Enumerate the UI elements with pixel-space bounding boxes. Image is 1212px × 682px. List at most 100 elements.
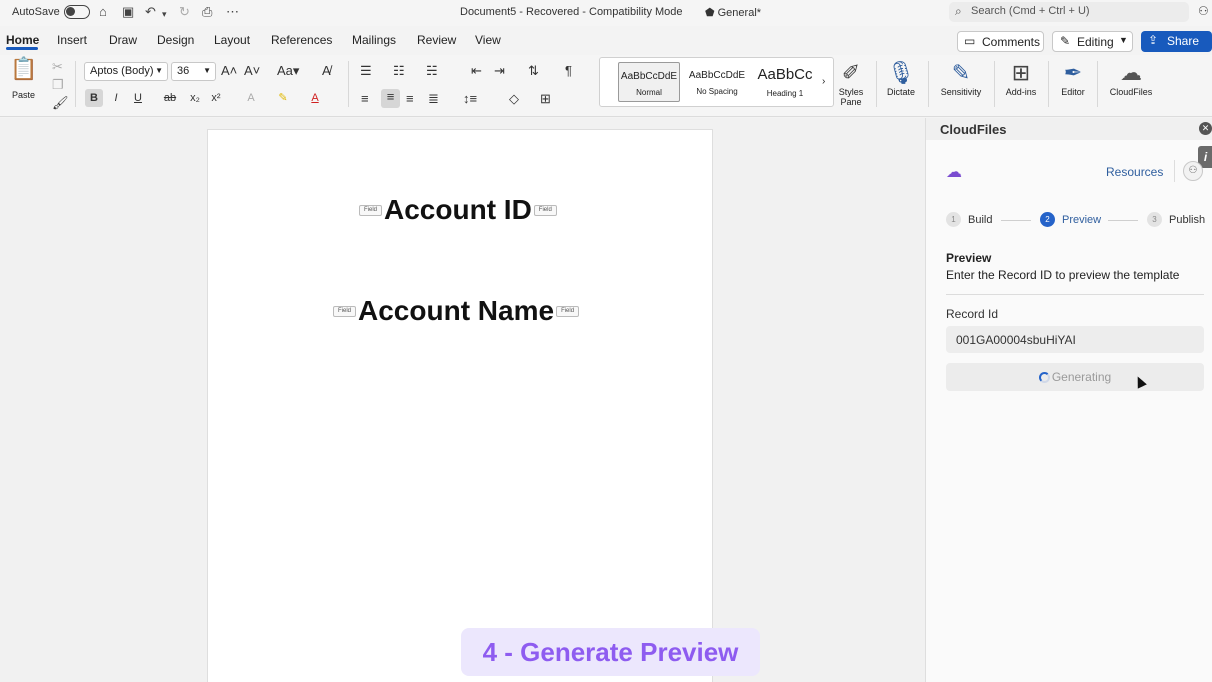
redo-icon[interactable]: ↻ <box>179 4 190 20</box>
tab-home[interactable]: Home <box>6 33 39 47</box>
style-normal[interactable]: AaBbCcDdE Normal <box>618 62 680 102</box>
tab-references[interactable]: References <box>271 33 332 47</box>
align-center-icon[interactable]: ≡ <box>381 89 400 108</box>
editor-icon: ✒ <box>1063 60 1083 85</box>
increase-indent-icon[interactable]: ⇥ <box>494 63 505 79</box>
share-button[interactable]: ⇪ Share <box>1141 31 1212 52</box>
save-icon[interactable]: ▣ <box>122 4 134 20</box>
tab-layout[interactable]: Layout <box>214 33 250 47</box>
decrease-indent-icon[interactable]: ⇤ <box>471 63 482 79</box>
print-icon[interactable]: ⎙ <box>202 4 212 20</box>
align-left-icon[interactable]: ≡ <box>361 91 369 107</box>
field-tag-end: Field <box>556 305 580 317</box>
editor-button[interactable]: ✒ Editor <box>1056 59 1090 97</box>
ribbon-separator <box>928 61 929 107</box>
step-label: Preview <box>1062 213 1102 226</box>
document-page[interactable]: Field Account ID Field Field Account Nam… <box>207 129 713 682</box>
ribbon-separator <box>348 61 349 107</box>
resources-link[interactable]: Resources <box>1106 165 1163 179</box>
text-effects-button[interactable]: A <box>242 89 260 107</box>
chevron-down-icon: ▼ <box>1119 35 1128 45</box>
cloudfiles-button[interactable]: ☁ CloudFiles <box>1105 59 1157 97</box>
align-right-icon[interactable]: ≡ <box>406 91 414 107</box>
styles-gallery: AaBbCcDdE Normal AaBbCcDdE No Spacing Aa… <box>599 57 834 107</box>
editing-label: Editing <box>1077 35 1114 49</box>
field-account-id[interactable]: Field Account ID Field <box>359 194 557 226</box>
bullets-icon[interactable]: ☰ <box>360 63 372 79</box>
more-icon[interactable]: ⋯ <box>226 4 239 20</box>
font-name-select[interactable]: Aptos (Body) ▼ <box>84 62 168 81</box>
italic-button[interactable]: I <box>107 89 125 107</box>
shading-icon[interactable]: ◇ <box>509 91 519 107</box>
style-sample: AaBbCcDdE <box>688 70 746 81</box>
show-marks-icon[interactable]: ¶ <box>565 63 572 79</box>
autosave-toggle[interactable] <box>64 5 90 19</box>
dictate-label: Dictate <box>886 87 915 97</box>
line-spacing-icon[interactable]: ↕≡ <box>463 91 477 107</box>
subscript-button[interactable]: x₂ <box>186 89 204 107</box>
tab-mailings[interactable]: Mailings <box>352 33 396 47</box>
underline-button[interactable]: U <box>129 89 147 107</box>
font-size-select[interactable]: 36 ▼ <box>171 62 216 81</box>
tab-review[interactable]: Review <box>417 33 456 47</box>
superscript-button[interactable]: x² <box>207 89 225 107</box>
close-icon[interactable]: ✕ <box>1199 122 1212 135</box>
sensitivity-tool-label: Sensitivity <box>940 87 982 97</box>
shrink-font-icon[interactable]: A˅ <box>244 63 260 79</box>
tab-draw[interactable]: Draw <box>109 33 137 47</box>
sensitivity-button[interactable]: ✎ Sensitivity <box>936 59 986 97</box>
change-case-icon[interactable]: Aa▾ <box>277 63 299 79</box>
ribbon-separator <box>75 61 76 107</box>
addins-button[interactable]: ⊞ Add-ins <box>1002 59 1040 97</box>
field-account-name[interactable]: Field Account Name Field <box>333 295 580 327</box>
highlight-button[interactable]: ✎ <box>274 89 292 107</box>
copy-icon[interactable]: ❐ <box>52 77 64 93</box>
format-painter-icon[interactable]: 🖌 <box>52 95 69 111</box>
numbering-icon[interactable]: ☷ <box>393 63 405 79</box>
step-publish[interactable]: 3 Publish <box>1147 212 1205 227</box>
step-number: 2 <box>1040 212 1055 227</box>
chevron-right-icon[interactable]: › <box>822 76 825 87</box>
comments-label: Comments <box>982 35 1041 49</box>
paste-icon[interactable]: 📋 <box>10 58 37 80</box>
home-icon[interactable]: ⌂ <box>99 4 107 20</box>
undo-icon[interactable]: ↶ <box>145 4 156 20</box>
record-id-label: Record Id <box>946 307 999 321</box>
generate-button[interactable]: Generating <box>946 363 1204 391</box>
record-id-input[interactable] <box>946 326 1204 353</box>
font-color-button[interactable]: A <box>306 89 324 107</box>
strikethrough-button[interactable]: ab <box>161 89 179 107</box>
search-box[interactable]: ⌕ Search (Cmd + Ctrl + U) <box>949 2 1189 22</box>
undo-dropdown-icon[interactable]: ▾ <box>162 6 167 22</box>
justify-icon[interactable]: ≣ <box>428 91 439 107</box>
avatar[interactable]: ⚇ <box>1183 161 1203 181</box>
sensitivity-label-text: General* <box>717 7 762 19</box>
step-build[interactable]: 1 Build <box>946 212 992 227</box>
tab-insert[interactable]: Insert <box>57 33 87 47</box>
styles-pane-button[interactable]: ✐ Styles Pane <box>834 59 868 107</box>
sensitivity-label[interactable]: ⬟ General* <box>705 6 761 19</box>
step-preview[interactable]: 2 Preview <box>1040 212 1101 227</box>
field-tag-start: Field <box>359 204 383 216</box>
bold-button[interactable]: B <box>85 89 103 107</box>
comments-button[interactable]: ▭ Comments <box>957 31 1044 52</box>
cut-icon[interactable]: ✂ <box>52 59 63 75</box>
font-name-value: Aptos (Body) <box>90 65 154 77</box>
grow-font-icon[interactable]: A˄ <box>221 63 237 79</box>
borders-icon[interactable]: ⊞ <box>540 91 551 107</box>
dictate-button[interactable]: 🎙 Dictate <box>884 59 918 97</box>
tab-view[interactable]: View <box>475 33 501 47</box>
style-no-spacing[interactable]: AaBbCcDdE No Spacing <box>686 62 748 102</box>
style-heading-1[interactable]: AaBbCc Heading 1 <box>754 62 816 102</box>
account-icon[interactable]: ⚇ <box>1198 4 1209 18</box>
multilevel-list-icon[interactable]: ☵ <box>426 63 438 79</box>
tab-design[interactable]: Design <box>157 33 194 47</box>
comment-icon: ▭ <box>964 34 976 48</box>
sort-icon[interactable]: ⇅ <box>528 63 539 79</box>
clear-formatting-icon[interactable]: A̸ <box>322 63 331 79</box>
generate-label: Generating <box>1051 370 1112 384</box>
step-label: Build <box>968 213 993 226</box>
styles-pane-label: Styles Pane <box>838 87 864 107</box>
editing-button[interactable]: ✎ Editing ▼ <box>1052 31 1133 52</box>
pencil-icon: ✎ <box>1060 34 1071 48</box>
